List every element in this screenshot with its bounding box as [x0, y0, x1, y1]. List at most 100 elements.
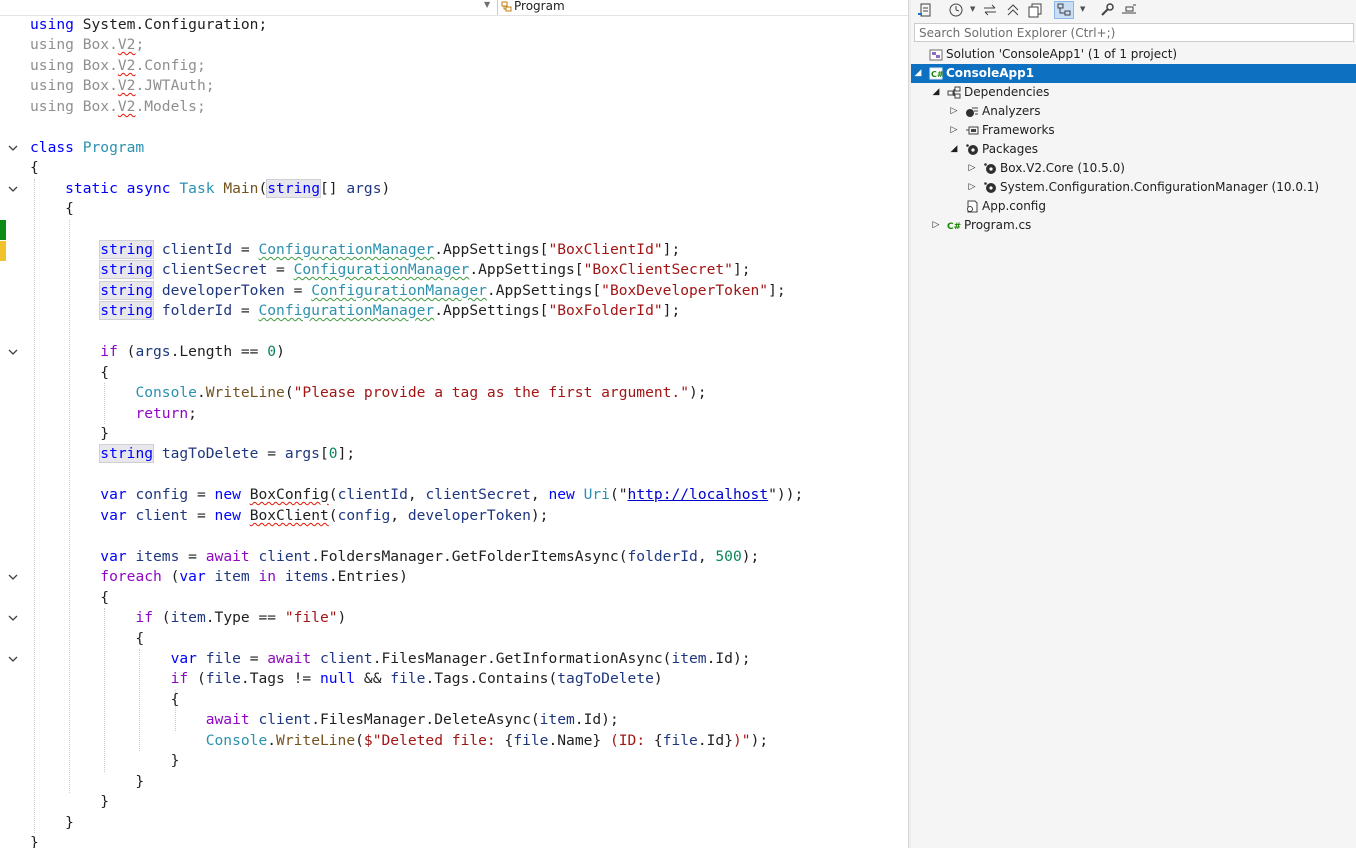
- code-line[interactable]: var config = new BoxConfig(clientId, cli…: [30, 485, 803, 505]
- solution-explorer-search-input[interactable]: Search Solution Explorer (Ctrl+;): [914, 23, 1354, 42]
- code-token: new: [214, 507, 241, 524]
- code-token: (: [161, 568, 180, 585]
- collapsed-arrow-icon[interactable]: ▷: [949, 102, 959, 121]
- preview-dropdown-arrow-icon[interactable]: ▼: [1080, 5, 1085, 13]
- code-line[interactable]: string tagToDelete = args[0];: [30, 444, 355, 464]
- expanded-arrow-icon[interactable]: ◢: [913, 64, 923, 83]
- code-editor[interactable]: ▼ Program using System.Configuration; usi…: [0, 0, 908, 848]
- code-token: }: [30, 814, 74, 831]
- code-line[interactable]: string clientId = ConfigurationManager.A…: [30, 240, 680, 260]
- properties-wrench-icon[interactable]: [1099, 2, 1115, 18]
- code-token: string: [99, 281, 155, 300]
- expanded-arrow-icon[interactable]: ◢: [949, 140, 959, 159]
- code-line[interactable]: {: [30, 690, 180, 710]
- member-dropdown-arrow-icon[interactable]: ▼: [484, 0, 490, 9]
- code-token: "BoxDeveloperToken": [601, 282, 769, 299]
- code-line[interactable]: {: [30, 363, 109, 383]
- code-line[interactable]: static async Task Main(string[] args): [30, 179, 390, 199]
- code-token: ): [337, 609, 347, 626]
- code-line[interactable]: string clientSecret = ConfigurationManag…: [30, 260, 751, 280]
- collapsed-arrow-icon[interactable]: ▷: [967, 178, 977, 197]
- code-line[interactable]: }: [30, 792, 109, 812]
- code-token: return: [135, 405, 189, 422]
- code-line[interactable]: }: [30, 813, 74, 833]
- member-dropdown[interactable]: Program: [514, 0, 565, 13]
- show-all-files-icon[interactable]: [1027, 2, 1043, 18]
- code-line[interactable]: if (item.Type == "file"): [30, 608, 346, 628]
- collapse-chevron-icon[interactable]: [7, 183, 19, 195]
- code-line[interactable]: {: [30, 629, 144, 649]
- collapse-chevron-icon[interactable]: [7, 142, 19, 154]
- tree-item-consoleapp1[interactable]: ◢ C# ConsoleApp1: [911, 64, 1356, 83]
- code-line[interactable]: using Box.V2.Config;: [30, 56, 206, 76]
- filter-dropdown-arrow-icon[interactable]: ▼: [970, 5, 975, 13]
- pending-changes-filter-icon[interactable]: [948, 2, 964, 18]
- code-line[interactable]: using Box.V2;: [30, 35, 144, 55]
- code-token: foreach: [100, 568, 162, 585]
- code-line[interactable]: }: [30, 833, 39, 848]
- sync-with-active-document-icon[interactable]: [982, 2, 998, 18]
- code-line[interactable]: }: [30, 772, 144, 792]
- tree-item-analyzers[interactable]: ▷ Analyzers: [911, 102, 1356, 121]
- code-line[interactable]: }: [30, 751, 180, 771]
- tree-item-program-cs[interactable]: ▷ C# Program.cs: [911, 216, 1356, 235]
- code-line[interactable]: Console.WriteLine("Please provide a tag …: [30, 383, 706, 403]
- tree-item-app-config[interactable]: App.config: [911, 197, 1356, 216]
- code-line[interactable]: var file = await client.FilesManager.Get…: [30, 649, 751, 669]
- tree-item-dependencies[interactable]: ◢ Dependencies: [911, 83, 1356, 102]
- code-line[interactable]: if (file.Tags != null && file.Tags.Conta…: [30, 669, 663, 689]
- code-line[interactable]: }: [30, 424, 109, 444]
- code-token: ];: [662, 241, 681, 258]
- collapsed-arrow-icon[interactable]: ▷: [931, 216, 941, 235]
- code-line[interactable]: using Box.V2.JWTAuth;: [30, 76, 215, 96]
- code-token: .FilesManager.GetInformationAsync(: [372, 650, 672, 667]
- code-line[interactable]: string developerToken = ConfigurationMan…: [30, 281, 786, 301]
- tree-item-solution[interactable]: Solution 'ConsoleApp1' (1 of 1 project): [911, 45, 1356, 64]
- code-line[interactable]: Console.WriteLine($"Deleted file: {file.…: [30, 731, 768, 751]
- code-token: WriteLine: [276, 732, 356, 749]
- code-line[interactable]: await client.FilesManager.DeleteAsync(it…: [30, 710, 619, 730]
- code-token: {: [504, 732, 514, 749]
- code-line[interactable]: using Box.V2.Models;: [30, 97, 206, 117]
- expanded-arrow-icon[interactable]: ◢: [931, 83, 941, 102]
- tree-item-packages[interactable]: ◢ Packages: [911, 140, 1356, 159]
- code-token: var: [100, 507, 127, 524]
- code-line[interactable]: {: [30, 588, 109, 608]
- code-line[interactable]: using System.Configuration;: [30, 15, 267, 35]
- code-line[interactable]: var client = new BoxClient(config, devel…: [30, 506, 548, 526]
- preview-selected-items-icon[interactable]: [1054, 1, 1074, 19]
- tree-item-box-v2-core[interactable]: ▷ Box.V2.Core (10.5.0): [911, 159, 1356, 178]
- collapse-chevron-icon[interactable]: [7, 346, 19, 358]
- code-line[interactable]: {: [30, 199, 74, 219]
- search-placeholder: Search Solution Explorer (Ctrl+;): [919, 26, 1116, 40]
- collapse-chevron-icon[interactable]: [7, 571, 19, 583]
- collapse-chevron-icon[interactable]: [7, 653, 19, 665]
- code-token: )": [733, 732, 751, 749]
- tree-item-frameworks[interactable]: ▷ Frameworks: [911, 121, 1356, 140]
- code-line[interactable]: var items = await client.FoldersManager.…: [30, 547, 759, 567]
- code-token: ];: [768, 282, 786, 299]
- code-line[interactable]: foreach (var item in items.Entries): [30, 567, 408, 587]
- tree-item-system-configuration-configurationmanager[interactable]: ▷ System.Configuration.ConfigurationManag…: [911, 178, 1356, 197]
- code-token: string: [99, 260, 155, 279]
- code-line[interactable]: {: [30, 158, 39, 178]
- switch-views-icon[interactable]: [917, 2, 933, 18]
- collapse-chevron-icon[interactable]: [7, 612, 19, 624]
- tree-item-label: ConsoleApp1: [946, 66, 1035, 80]
- solution-explorer: ▼ ▼ Search Solution Explorer (Ctrl+;) So…: [911, 0, 1356, 848]
- collapsed-arrow-icon[interactable]: ▷: [949, 121, 959, 140]
- code-token: in: [258, 568, 277, 585]
- more-options-icon[interactable]: [1121, 2, 1137, 18]
- code-line[interactable]: if (args.Length == 0): [30, 342, 285, 362]
- code-line[interactable]: return;: [30, 404, 197, 424]
- code-line[interactable]: class Program: [30, 138, 144, 158]
- collapse-all-icon[interactable]: [1005, 2, 1021, 18]
- csharp-project-icon: C#: [929, 67, 944, 80]
- code-line[interactable]: string folderId = ConfigurationManager.A…: [30, 301, 680, 321]
- collapsed-arrow-icon[interactable]: ▷: [967, 159, 977, 178]
- code-token: client: [258, 711, 312, 728]
